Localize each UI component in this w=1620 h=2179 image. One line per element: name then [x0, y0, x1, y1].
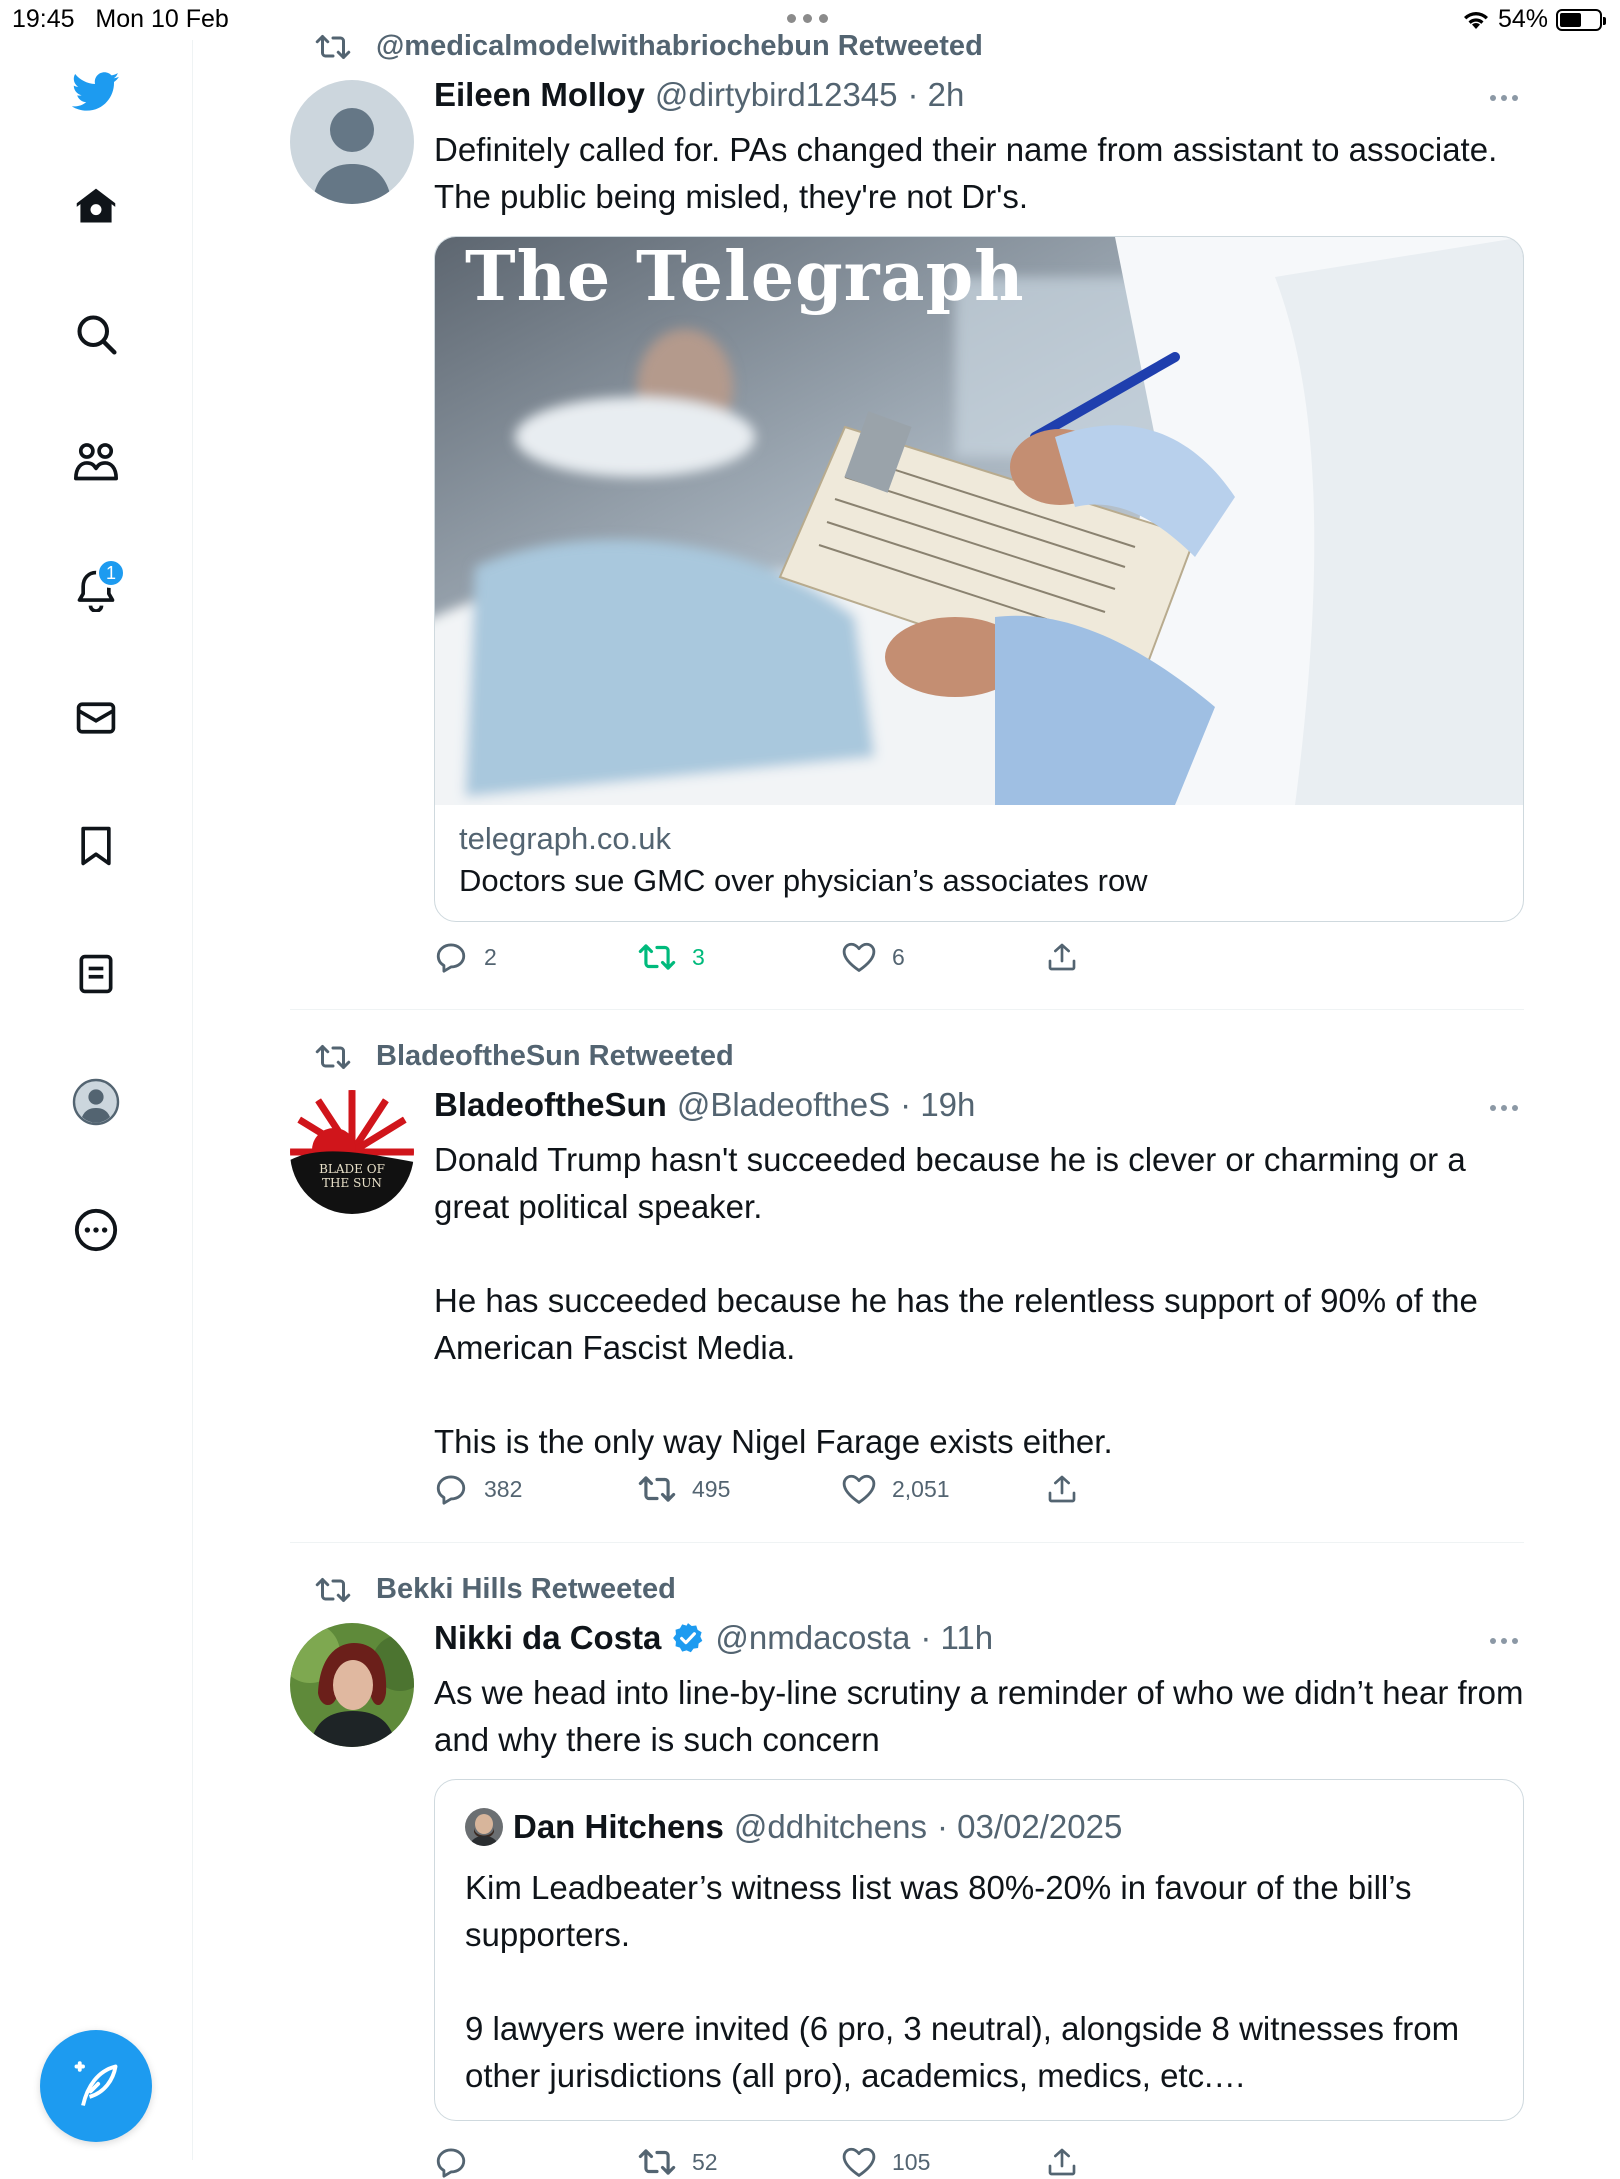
retweet-icon [638, 1476, 676, 1502]
notification-badge: 1 [96, 558, 126, 588]
reply-icon [436, 1475, 466, 1505]
retweet-icon [638, 944, 676, 970]
retweet-button[interactable]: 495 [638, 1472, 842, 1506]
tweet-time[interactable]: · 11h [920, 1619, 993, 1657]
heart-icon [842, 2147, 876, 2177]
quoted-tweet-text: Kim Leadbeater’s witness list was 80%-20… [465, 1869, 1460, 2094]
link-card[interactable]: The Telegraph telegraph.co.uk Doctors su… [434, 236, 1524, 922]
sidebar-item-profile[interactable] [72, 1078, 120, 1126]
sidebar-item-bookmarks[interactable] [72, 822, 120, 870]
battery-icon [1556, 8, 1606, 31]
quoted-author-name: Dan Hitchens [513, 1808, 724, 1845]
communities-icon [74, 443, 118, 481]
link-domain: telegraph.co.uk [459, 821, 671, 856]
sidebar-item-more[interactable] [72, 1206, 120, 1254]
share-icon [1048, 943, 1076, 971]
more-options-icon[interactable] [1484, 95, 1524, 101]
twitter-logo-icon[interactable] [72, 68, 120, 116]
link-title: Doctors sue GMC over physician’s associa… [459, 863, 1148, 898]
more-options-icon[interactable] [1484, 1105, 1524, 1111]
avatar-icon [72, 1078, 120, 1126]
tweet-text: Definitely called for. PAs changed their… [434, 131, 1498, 215]
tweet[interactable]: BladeoftheSun Retweeted BLADE OF THE SUN… [290, 1010, 1524, 1543]
quoted-avatar [465, 1808, 503, 1846]
heart-icon [842, 1474, 876, 1504]
tweet-actions: 52 105 [434, 2145, 1250, 2179]
sidebar-item-notifications[interactable]: 1 [72, 558, 126, 614]
share-icon [1048, 2148, 1076, 2176]
reply-icon [436, 943, 466, 973]
like-button[interactable]: 6 [842, 940, 1046, 974]
tweet[interactable]: @medicalmodelwithabriochebun Retweeted E… [290, 0, 1524, 1010]
sidebar-item-communities[interactable] [72, 438, 120, 486]
sidebar: 1 [0, 40, 193, 2160]
verified-badge-icon [673, 1623, 703, 1653]
retweet-icon [315, 1577, 351, 1602]
quoted-author-handle: @ddhitchens [733, 1808, 927, 1845]
sidebar-item-home[interactable] [72, 182, 120, 230]
like-button[interactable]: 2,051 [842, 1472, 1046, 1506]
tweet-text: As we head into line-by-line scrutiny a … [434, 1674, 1524, 1758]
link-card-image: The Telegraph [435, 237, 1523, 805]
quoted-tweet-time: · 03/02/2025 [937, 1808, 1123, 1845]
author-handle[interactable]: @nmdacosta [715, 1619, 910, 1657]
mail-icon [76, 702, 116, 734]
bookmark-icon [81, 826, 111, 866]
retweet-context: Bekki Hills Retweeted [315, 1573, 676, 1606]
reply-button[interactable]: 2 [434, 940, 638, 974]
avatar[interactable]: BLADE OF THE SUN [290, 1090, 414, 1214]
tweet-actions: 2 3 6 [434, 940, 1250, 974]
sidebar-item-lists[interactable] [72, 950, 120, 998]
avatar[interactable] [290, 1623, 414, 1747]
heart-icon [842, 942, 876, 972]
share-button[interactable] [1046, 940, 1250, 974]
avatar[interactable] [290, 80, 414, 204]
tweet[interactable]: Bekki Hills Retweeted Nikki da Costa @nm… [290, 1543, 1524, 2178]
more-circle-icon [74, 1208, 118, 1252]
sidebar-item-explore[interactable] [72, 310, 120, 358]
status-time: 19:45 Mon 10 Feb [12, 5, 229, 33]
retweet-context: BladeoftheSun Retweeted [315, 1040, 734, 1073]
share-button[interactable] [1046, 1472, 1250, 1506]
share-icon [1048, 1475, 1076, 1503]
reply-button[interactable] [434, 2145, 638, 2179]
retweet-context: @medicalmodelwithabriochebun Retweeted [315, 30, 983, 63]
telegraph-masthead: The Telegraph [465, 237, 1025, 317]
author-handle[interactable]: @dirtybird12345 [655, 76, 898, 114]
retweet-icon [315, 34, 351, 59]
compose-tweet-button[interactable] [40, 2030, 152, 2142]
author-name[interactable]: Nikki da Costa [434, 1619, 661, 1657]
retweet-icon [315, 1044, 351, 1069]
retweet-button[interactable]: 52 [638, 2145, 842, 2179]
author-name[interactable]: Eileen Molloy [434, 76, 645, 114]
reply-icon [436, 2148, 466, 2178]
author-handle[interactable]: @BladeoftheS [677, 1086, 890, 1124]
retweet-icon [638, 2149, 676, 2175]
compose-icon [74, 2061, 118, 2106]
home-icon [76, 188, 116, 223]
avatar-text: BLADE OF THE SUN [319, 1162, 385, 1190]
more-options-icon[interactable] [1484, 1638, 1524, 1644]
tweet-text: Donald Trump hasn't succeeded because he… [434, 1141, 1478, 1460]
search-icon [77, 315, 117, 355]
retweet-button[interactable]: 3 [638, 940, 842, 974]
sidebar-item-messages[interactable] [72, 694, 120, 742]
reply-button[interactable]: 382 [434, 1472, 638, 1506]
quoted-tweet[interactable]: Dan Hitchens @ddhitchens · 03/02/2025 Ki… [434, 1779, 1524, 2121]
like-button[interactable]: 105 [842, 2145, 1046, 2179]
list-icon [79, 954, 113, 994]
tweet-time[interactable]: · 19h [900, 1086, 975, 1124]
author-name[interactable]: BladeoftheSun [434, 1086, 667, 1124]
tweet-time[interactable]: · 2h [908, 76, 965, 114]
share-button[interactable] [1046, 2145, 1250, 2179]
tweet-actions: 382 495 2,051 [434, 1472, 1250, 1506]
